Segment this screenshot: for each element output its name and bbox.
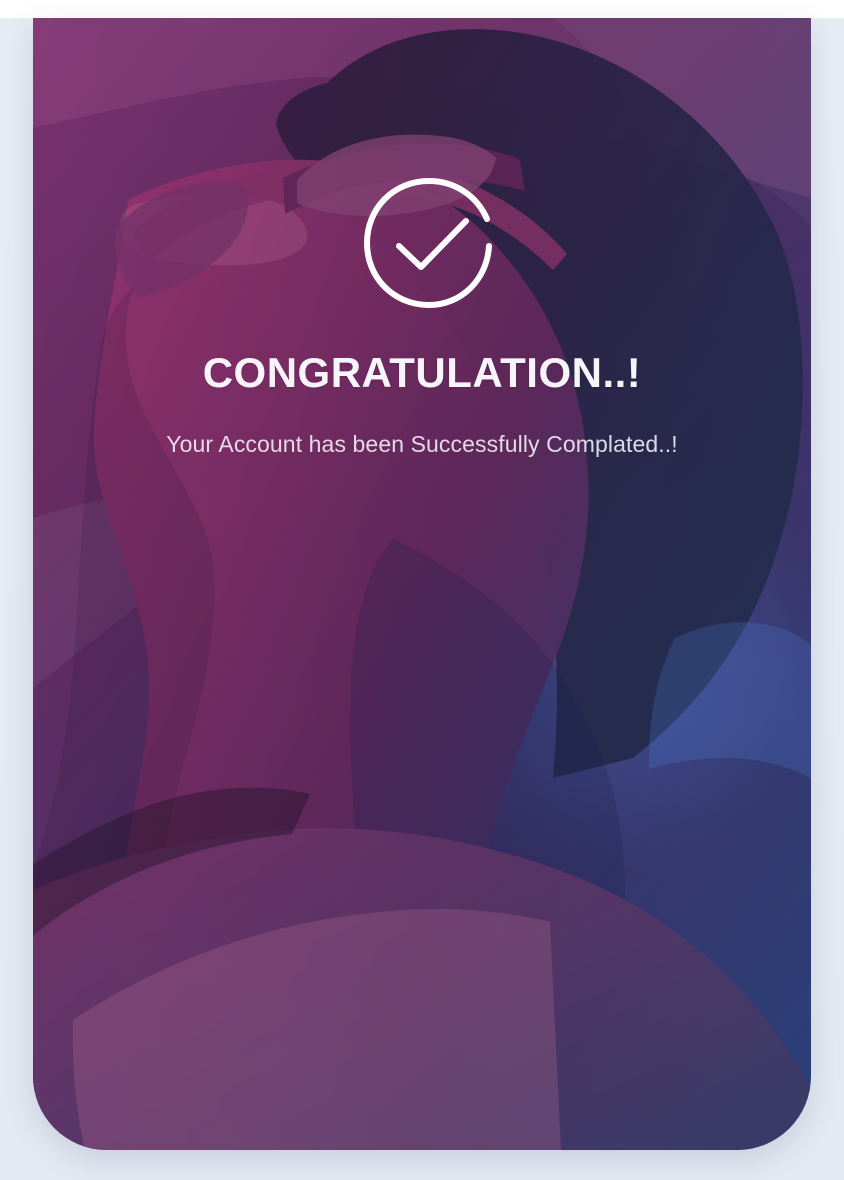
success-card: CONGRATULATION..! Your Account has been … (33, 18, 811, 1150)
page-title: CONGRATULATION..! (202, 349, 642, 396)
success-content: CONGRATULATION..! Your Account has been … (33, 18, 811, 1150)
screen: CONGRATULATION..! Your Account has been … (0, 0, 844, 1180)
success-message: Your Account has been Successfully Compl… (166, 431, 678, 457)
check-circle-icon (353, 163, 513, 323)
